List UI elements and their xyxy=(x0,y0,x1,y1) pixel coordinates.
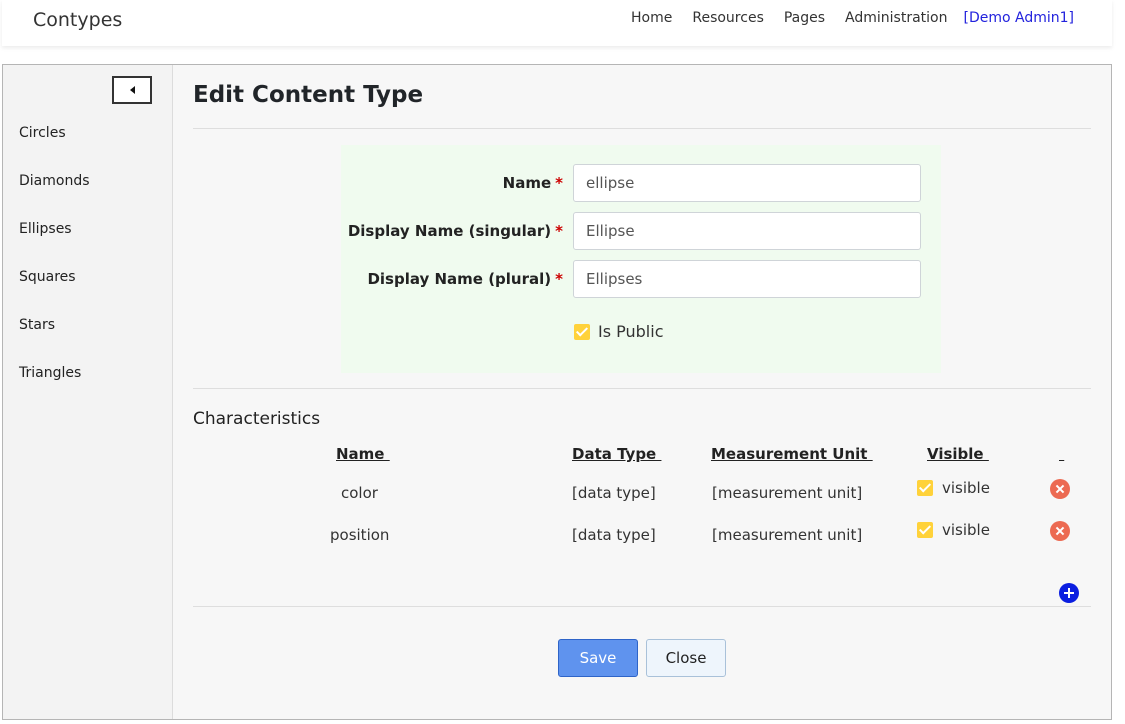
sidebar-item-squares[interactable]: Squares xyxy=(19,269,90,317)
visible-label: visible xyxy=(942,521,990,539)
sidebar-list: Circles Diamonds Ellipses Squares Stars … xyxy=(19,125,90,413)
content-area: Edit Content Type Name* Display Name (si… xyxy=(193,65,1091,719)
name-label: Name * xyxy=(502,174,563,192)
sidebar-item-circles[interactable]: Circles xyxy=(19,125,90,173)
content-type-form: Name* Display Name (singular)* Display N… xyxy=(341,145,941,373)
singular-label: Display Name (singular) * xyxy=(347,222,563,240)
required-marker: * xyxy=(555,174,563,192)
row-visible: visible xyxy=(917,521,990,539)
title-divider xyxy=(193,128,1091,129)
row-measurement-unit[interactable]: [measurement unit] xyxy=(712,484,862,502)
page-title: Edit Content Type xyxy=(193,82,424,108)
nav-links: Home Resources Pages Administration [Dem… xyxy=(611,10,1074,26)
save-button[interactable]: Save xyxy=(558,639,638,677)
nav-home[interactable]: Home xyxy=(631,10,672,26)
nav-administration[interactable]: Administration xyxy=(845,10,947,26)
remove-circle-icon[interactable] xyxy=(1050,521,1070,541)
nav-user-link[interactable]: [Demo Admin1] xyxy=(964,10,1075,26)
close-button[interactable]: Close xyxy=(646,639,726,677)
remove-circle-icon[interactable] xyxy=(1050,479,1070,499)
name-input[interactable] xyxy=(573,164,921,202)
row-data-type[interactable]: [data type] xyxy=(572,484,656,502)
column-header-actions xyxy=(1059,445,1064,463)
caret-left-icon xyxy=(129,86,135,94)
visible-label: visible xyxy=(942,479,990,497)
characteristics-title: Characteristics xyxy=(193,409,321,429)
is-public-checkbox[interactable] xyxy=(574,323,590,340)
brand-logo[interactable]: Contypes xyxy=(33,9,122,31)
form-divider xyxy=(193,388,1091,389)
nav-resources[interactable]: Resources xyxy=(692,10,764,26)
visible-checkbox[interactable] xyxy=(917,522,933,538)
nav-pages[interactable]: Pages xyxy=(784,10,825,26)
top-navbar: Contypes Home Resources Pages Administra… xyxy=(2,0,1112,46)
plural-label: Display Name (plural) * xyxy=(367,270,563,288)
singular-row: Display Name (singular) * xyxy=(341,212,941,250)
is-public-label: Is Public xyxy=(598,322,664,341)
collapse-sidebar-button[interactable] xyxy=(112,76,152,104)
main-frame: Circles Diamonds Ellipses Squares Stars … xyxy=(2,64,1112,720)
sidebar-item-stars[interactable]: Stars xyxy=(19,317,90,365)
display-name-plural-input[interactable] xyxy=(573,260,921,298)
row-visible: visible xyxy=(917,479,990,497)
is-public-row: Is Public xyxy=(574,322,664,341)
table-divider xyxy=(193,606,1091,607)
column-header-name[interactable]: Name xyxy=(336,445,390,463)
row-data-type[interactable]: [data type] xyxy=(572,526,656,544)
row-measurement-unit[interactable]: [measurement unit] xyxy=(712,526,862,544)
visible-checkbox[interactable] xyxy=(917,480,933,496)
plural-row: Display Name (plural) * xyxy=(341,260,941,298)
column-header-measurement-unit[interactable]: Measurement Unit xyxy=(711,445,873,463)
row-name: position xyxy=(330,526,390,544)
name-row: Name * xyxy=(341,164,941,202)
display-name-singular-input[interactable] xyxy=(573,212,921,250)
sidebar: Circles Diamonds Ellipses Squares Stars … xyxy=(3,65,173,719)
row-name: color xyxy=(341,484,378,502)
required-marker: * xyxy=(555,222,563,240)
column-header-data-type[interactable]: Data Type xyxy=(572,445,661,463)
sidebar-item-ellipses[interactable]: Ellipses xyxy=(19,221,90,269)
column-header-visible[interactable]: Visible xyxy=(927,445,989,463)
required-marker: * xyxy=(555,270,563,288)
sidebar-item-diamonds[interactable]: Diamonds xyxy=(19,173,90,221)
add-circle-icon[interactable] xyxy=(1059,583,1079,603)
sidebar-item-triangles[interactable]: Triangles xyxy=(19,365,90,413)
